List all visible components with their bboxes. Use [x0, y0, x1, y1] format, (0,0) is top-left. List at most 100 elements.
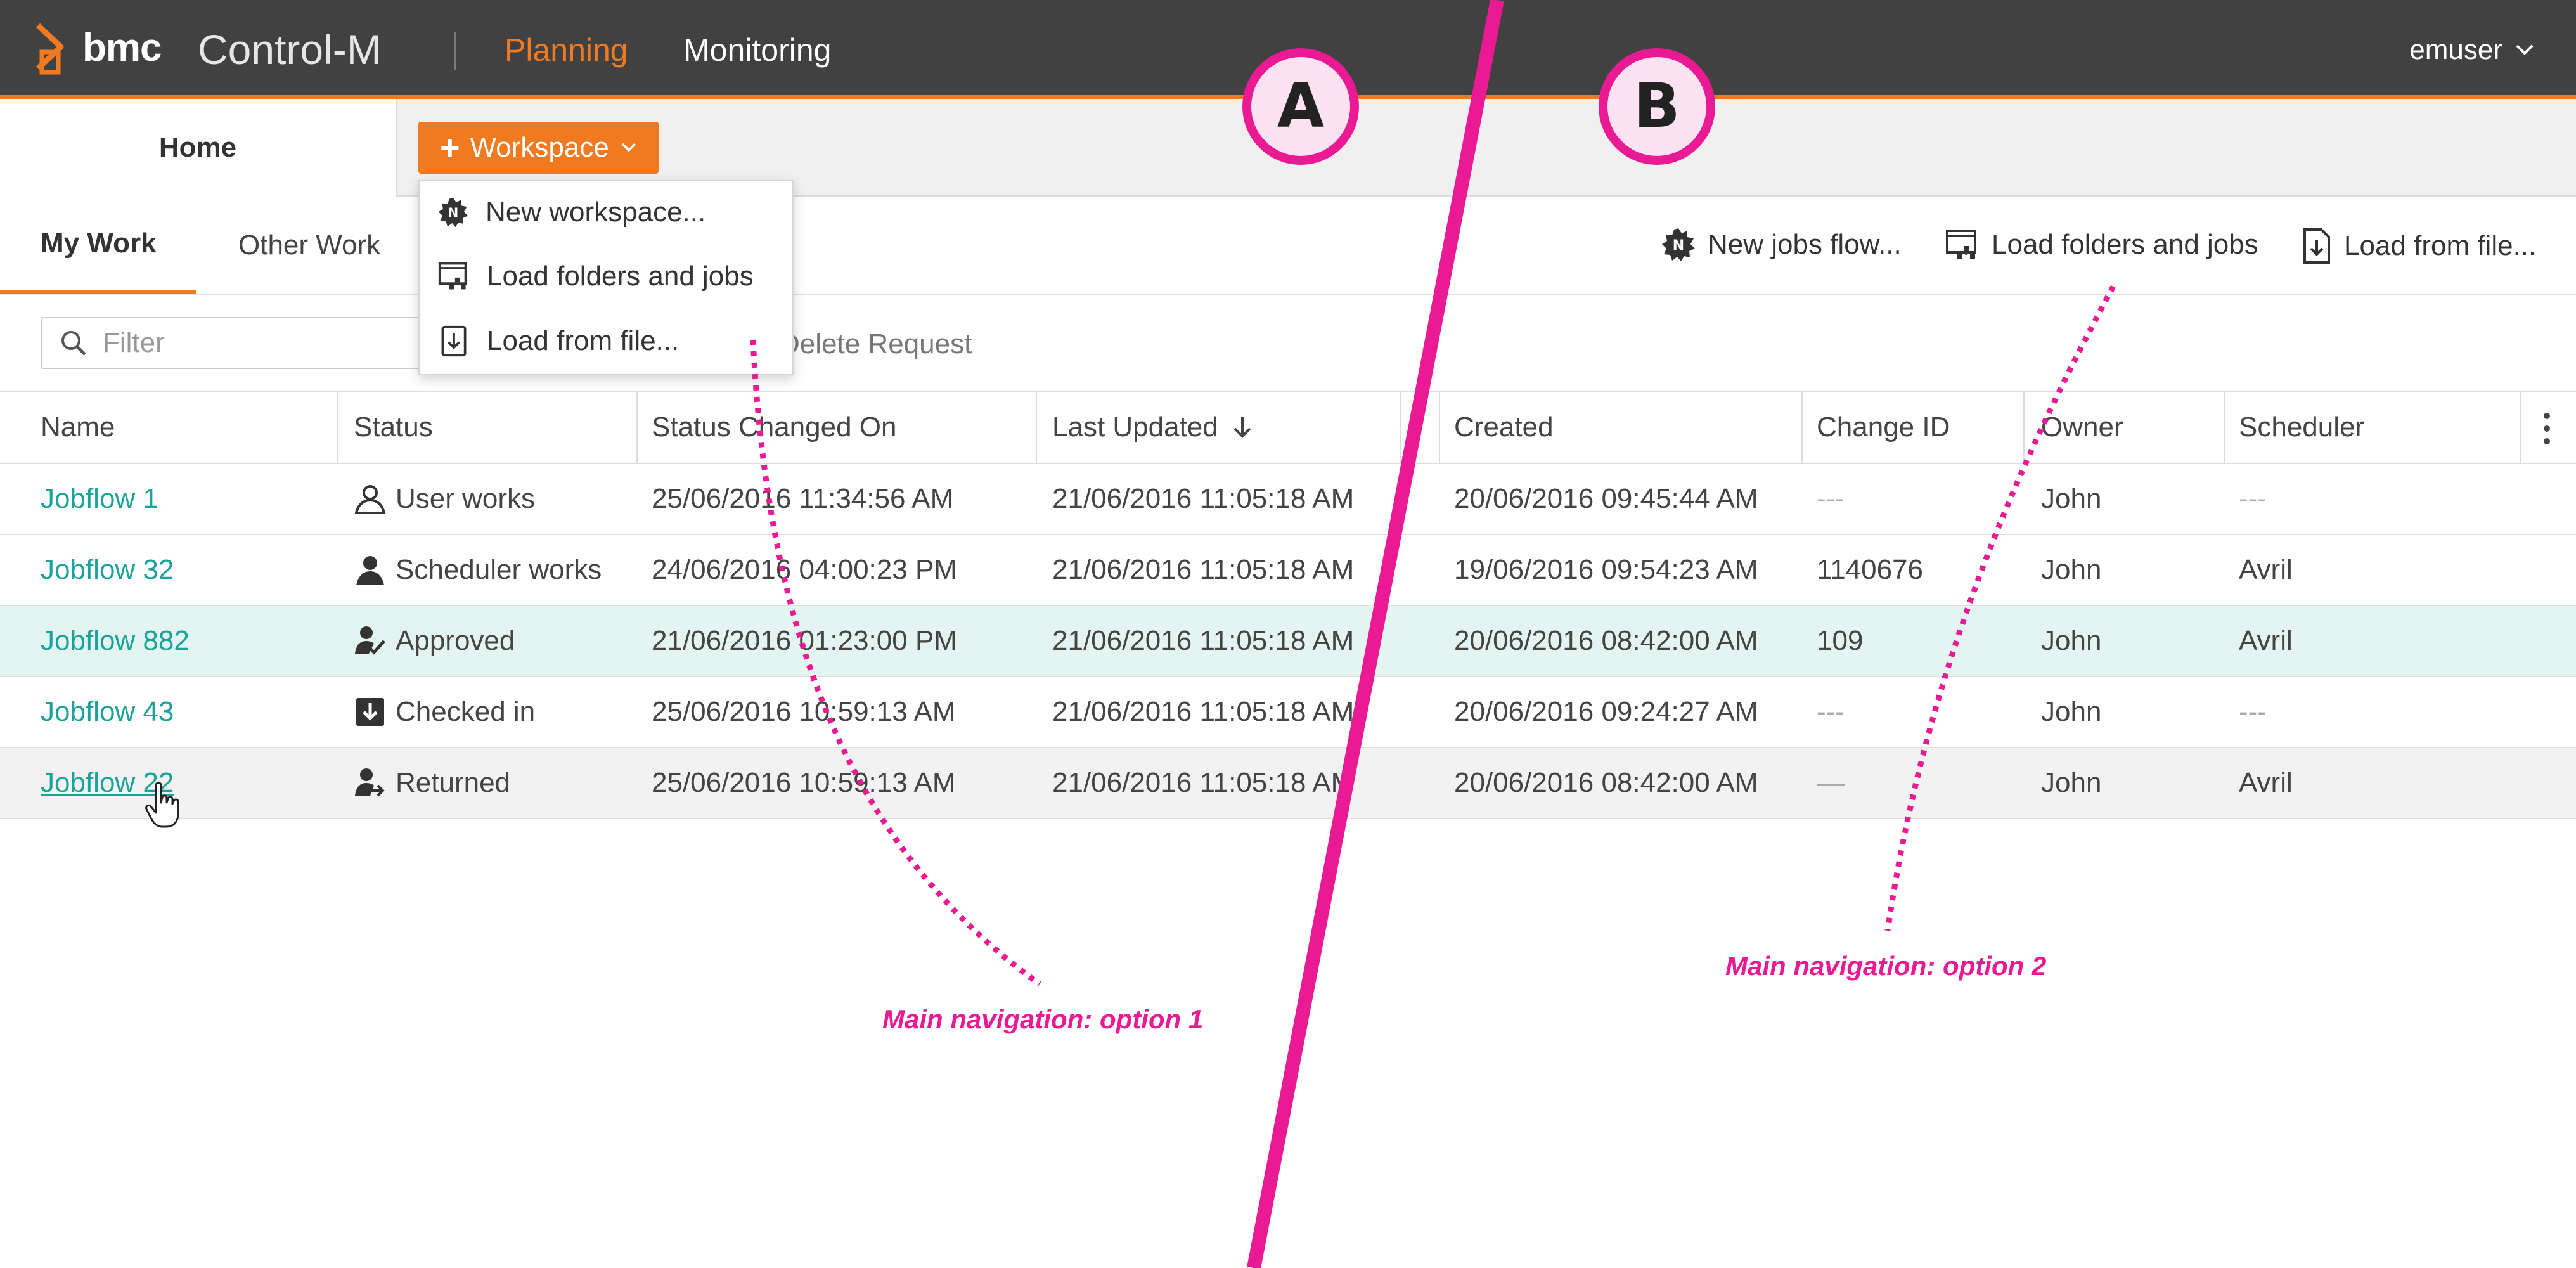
row-status-changed-on: 25/06/2016 10:59:13 AM	[652, 767, 956, 798]
column-resize-handle[interactable]	[1801, 392, 1803, 463]
workspace-button[interactable]: + Workspace	[418, 122, 659, 174]
column-resize-handle[interactable]	[2520, 392, 2521, 463]
row-name-link[interactable]: Jobflow 882	[41, 606, 190, 676]
new-badge-icon: N	[1662, 228, 1695, 261]
user-return-icon	[355, 768, 385, 797]
note-main-navigation-option-1: Main navigation: option 1	[882, 1004, 1204, 1034]
row-change-id: ---	[1817, 483, 1845, 514]
load-from-file-label: Load from file...	[2344, 230, 2537, 261]
more-options-icon[interactable]	[2542, 411, 2552, 446]
column-resize-handle[interactable]	[2023, 392, 2025, 463]
filter-row: Filter Delete Request	[0, 295, 2576, 389]
row-scheduler: Avril	[2239, 625, 2293, 656]
row-owner: John	[2041, 554, 2102, 585]
svg-text:N: N	[1673, 238, 1684, 254]
row-status-label: Approved	[396, 625, 515, 656]
user-solid-icon	[356, 556, 384, 585]
load-folders-and-jobs-link[interactable]: Load folders and jobs	[1945, 227, 2258, 262]
new-jobs-flow-link[interactable]: N New jobs flow...	[1661, 227, 1902, 262]
menu-item-label: Load from file...	[487, 325, 679, 356]
workspace-dropdown-menu: N New workspace... Load folders and jobs…	[418, 180, 794, 375]
column-header-status[interactable]: Status	[354, 392, 433, 463]
column-resize-handle[interactable]	[337, 392, 338, 463]
row-scheduler: ---	[2239, 696, 2267, 727]
column-header-owner[interactable]: Owner	[2041, 392, 2123, 463]
chevron-down-icon	[2516, 44, 2534, 55]
check-in-icon	[356, 698, 384, 726]
row-change-id: —	[1817, 767, 1845, 798]
menu-item-label: New workspace...	[486, 197, 706, 228]
row-last-updated: 21/06/2016 11:05:18 AM	[1052, 696, 1355, 727]
column-header-status-changed-on[interactable]: Status Changed On	[652, 392, 896, 463]
column-resize-handle[interactable]	[1400, 392, 1401, 463]
row-change-id: 109	[1817, 625, 1864, 656]
row-status-changed-on: 24/06/2016 04:00:23 PM	[652, 554, 957, 585]
user-name: emuser	[2409, 34, 2502, 65]
row-change-id: ---	[1817, 696, 1845, 727]
menu-item-load-folders-and-jobs[interactable]: Load folders and jobs	[437, 260, 754, 293]
menu-item-load-from-file[interactable]: Load from file...	[437, 325, 679, 358]
chevron-down-icon	[621, 143, 636, 152]
svg-text:N: N	[448, 205, 458, 220]
load-from-file-link[interactable]: Load from file...	[2301, 227, 2536, 265]
nav-planning[interactable]: Planning	[505, 32, 628, 68]
row-owner: John	[2041, 625, 2102, 656]
plus-icon: +	[440, 129, 460, 167]
product-name: Control-M	[198, 26, 382, 73]
row-owner: John	[2041, 483, 2102, 514]
hand-cursor-icon	[145, 782, 179, 828]
table-row[interactable]: Jobflow 43 Checked in 25/06/2016 10:59:1…	[0, 677, 2576, 748]
column-header-last-updated-label: Last Updated	[1052, 411, 1218, 443]
tab-other-work[interactable]: Other Work	[238, 197, 380, 294]
user-outline-icon	[354, 485, 386, 514]
row-owner: John	[2041, 767, 2102, 798]
load-folders-icon	[438, 262, 467, 290]
column-header-created[interactable]: Created	[1454, 392, 1554, 463]
table-row-hovered[interactable]: Jobflow 22 Returned 25/06/2016 10:59:13 …	[0, 748, 2576, 819]
column-resize-handle[interactable]	[1439, 392, 1440, 463]
row-created: 20/06/2016 09:24:27 AM	[1454, 696, 1758, 727]
load-file-icon	[441, 325, 467, 357]
table-row[interactable]: Jobflow 32 Scheduler works 24/06/2016 04…	[0, 535, 2576, 606]
column-resize-handle[interactable]	[1036, 392, 1037, 463]
tab-home[interactable]: Home	[0, 99, 397, 197]
brand-name: bmc	[82, 26, 162, 70]
row-status-label: Returned	[396, 767, 511, 798]
user-check-icon	[355, 626, 385, 655]
tab-my-work[interactable]: My Work	[0, 197, 196, 294]
row-status-label: User works	[396, 483, 536, 514]
column-header-scheduler[interactable]: Scheduler	[2239, 392, 2364, 463]
row-last-updated: 21/06/2016 11:05:18 AM	[1052, 483, 1355, 514]
row-name-link[interactable]: Jobflow 1	[41, 464, 158, 534]
row-created: 20/06/2016 08:42:00 AM	[1454, 625, 1758, 656]
user-menu[interactable]: emuser	[2409, 34, 2534, 66]
row-last-updated: 21/06/2016 11:05:18 AM	[1052, 554, 1355, 585]
table-header: Name Status Status Changed On Last Updat…	[0, 391, 2576, 464]
column-header-name[interactable]: Name	[41, 392, 115, 463]
row-name-link[interactable]: Jobflow 43	[41, 677, 174, 747]
load-file-icon	[2303, 228, 2330, 264]
row-change-id: 1140676	[1817, 554, 1924, 585]
row-status-changed-on: 25/06/2016 10:59:13 AM	[652, 696, 956, 727]
row-scheduler: ---	[2239, 483, 2267, 514]
top-divider	[454, 32, 456, 70]
row-status: Approved	[354, 606, 515, 676]
filter-input[interactable]: Filter	[41, 317, 427, 369]
column-resize-handle[interactable]	[2224, 392, 2225, 463]
menu-item-label: Load folders and jobs	[487, 261, 754, 292]
bmc-logo-icon	[35, 23, 64, 75]
table-row[interactable]: Jobflow 1 User works 25/06/2016 11:34:56…	[0, 464, 2576, 535]
row-status: User works	[354, 464, 535, 534]
menu-item-new-workspace[interactable]: N New workspace...	[437, 197, 705, 228]
column-header-last-updated[interactable]: Last Updated	[1052, 392, 1254, 463]
row-owner: John	[2041, 696, 2102, 727]
row-last-updated: 21/06/2016 11:05:18 AM	[1052, 767, 1355, 798]
column-header-change-id[interactable]: Change ID	[1817, 392, 1950, 463]
row-created: 19/06/2016 09:54:23 AM	[1454, 554, 1758, 585]
column-resize-handle[interactable]	[636, 392, 638, 463]
work-tabs: My Work Other Work N New jobs flow... Lo…	[0, 197, 2576, 295]
delete-request-button[interactable]: Delete Request	[780, 328, 972, 360]
nav-monitoring[interactable]: Monitoring	[683, 32, 831, 68]
table-row-selected[interactable]: Jobflow 882 Approved 21/06/2016 01:23:00…	[0, 606, 2576, 677]
row-name-link[interactable]: Jobflow 32	[41, 535, 174, 605]
